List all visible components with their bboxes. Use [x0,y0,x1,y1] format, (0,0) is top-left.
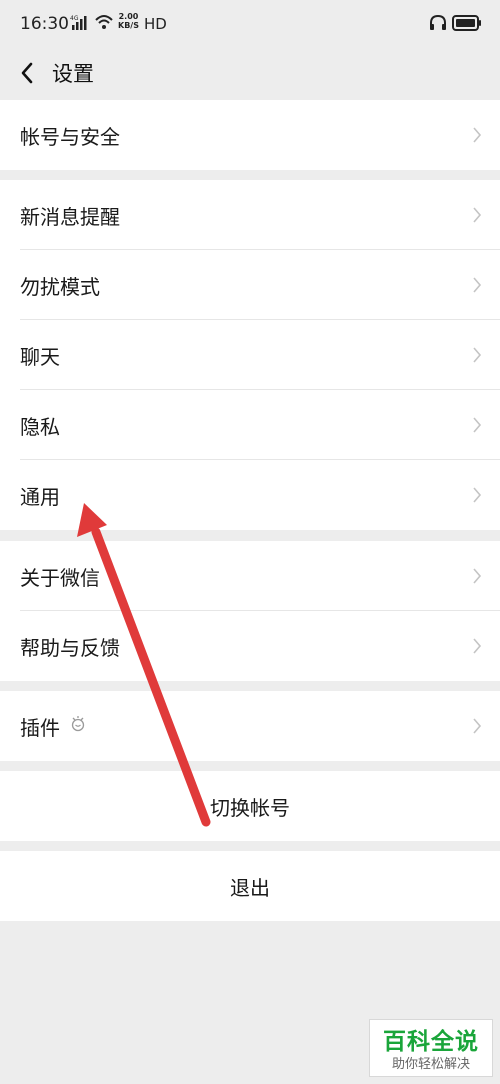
watermark-logo: 百科全说 助你轻松解决 [369,1019,493,1077]
settings-item-do-not-disturb[interactable]: 勿扰模式 [0,250,500,320]
settings-group-plugins: 插件 [0,691,500,761]
svg-text:4G: 4G [70,15,79,22]
settings-group-account: 帐号与安全 [0,100,500,170]
settings-item-privacy[interactable]: 隐私 [0,390,500,460]
battery-icon [452,15,482,35]
settings-item-account-security[interactable]: 帐号与安全 [0,100,500,170]
settings-item-label: 聊天 [20,344,60,369]
settings-item-label: 插件 [20,715,60,740]
switch-account-label: 切换帐号 [210,795,290,820]
settings-item-notifications[interactable]: 新消息提醒 [0,180,500,250]
settings-item-label: 勿扰模式 [20,274,100,299]
plugin-badge-icon [70,715,86,737]
network-speed: 2.00 KB/S [118,12,139,30]
settings-item-label: 关于微信 [20,565,100,590]
status-bar: 16:30 4G 2.00 KB/S HD [0,0,500,48]
settings-item-label: 帮助与反馈 [20,635,120,660]
wifi-icon [94,13,114,35]
switch-account-group: 切换帐号 [0,771,500,841]
page-title: 设置 [52,62,94,86]
chevron-right-icon [472,206,482,228]
watermark-title: 百科全说 [383,1029,479,1055]
signal-icon: 4G [70,14,90,36]
headphone-icon [428,13,448,37]
watermark-subtitle: 助你轻松解决 [391,1057,470,1072]
back-arrow-icon[interactable] [14,58,42,88]
chevron-right-icon [472,637,482,659]
switch-account-button[interactable]: 切换帐号 [0,771,500,841]
chevron-right-icon [472,567,482,589]
settings-item-label: 隐私 [20,414,60,439]
settings-group-main: 新消息提醒 勿扰模式 聊天 隐私 通用 [0,180,500,530]
status-time: 16:30 [20,14,69,34]
nav-bar: 设置 [0,48,500,100]
logout-label: 退出 [230,875,270,900]
chevron-right-icon [472,717,482,739]
chevron-right-icon [472,126,482,148]
logout-group: 退出 [0,851,500,921]
settings-item-about-wechat[interactable]: 关于微信 [0,541,500,611]
hd-label: HD [144,15,167,33]
settings-item-chat[interactable]: 聊天 [0,320,500,390]
network-speed-value: 2.00 [118,12,139,21]
settings-item-label: 通用 [20,484,60,509]
settings-item-plugins[interactable]: 插件 [0,691,500,761]
settings-item-label: 新消息提醒 [20,204,120,229]
settings-item-help-feedback[interactable]: 帮助与反馈 [0,611,500,681]
logout-button[interactable]: 退出 [0,851,500,921]
chevron-right-icon [472,416,482,438]
network-speed-unit: KB/S [118,21,139,30]
settings-item-label: 帐号与安全 [20,124,120,149]
chevron-right-icon [472,346,482,368]
chevron-right-icon [472,486,482,508]
settings-group-about: 关于微信 帮助与反馈 [0,541,500,681]
chevron-right-icon [472,276,482,298]
settings-item-general[interactable]: 通用 [0,460,500,530]
